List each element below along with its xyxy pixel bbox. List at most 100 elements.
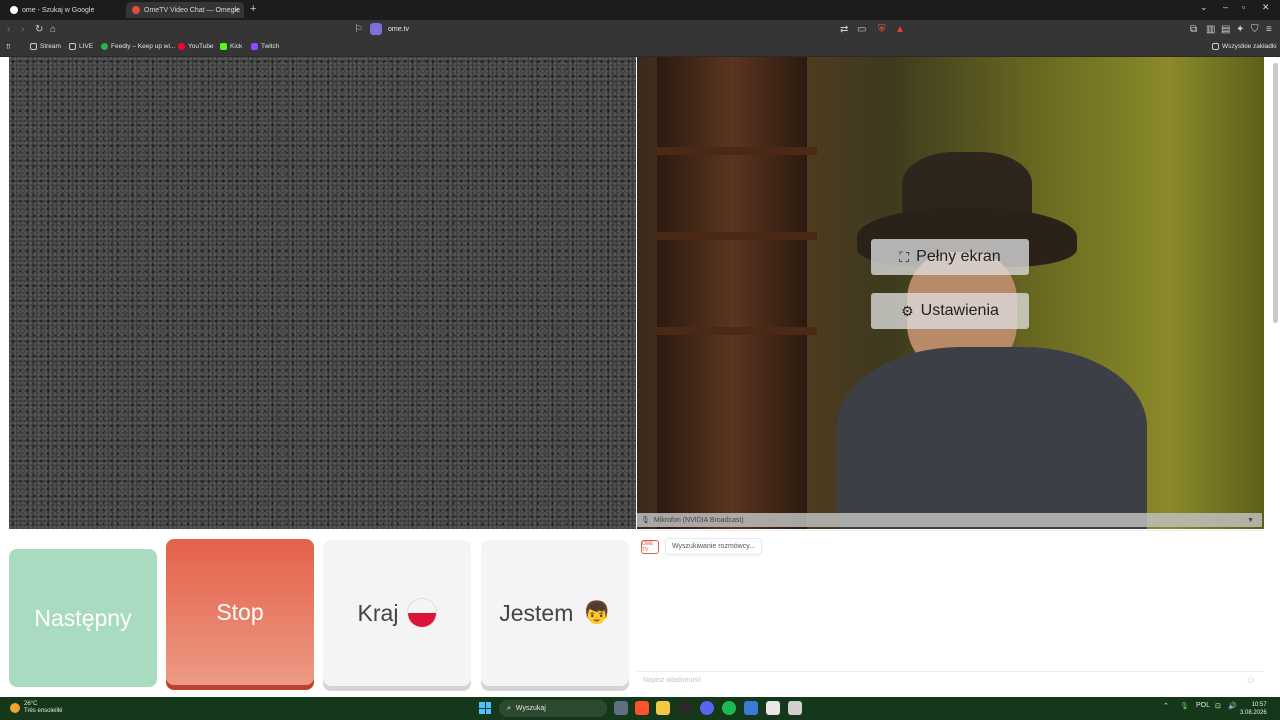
all-bookmarks[interactable]: Wszystkie zakładki <box>1212 43 1277 50</box>
bookmark-live[interactable]: LIVE <box>69 43 93 50</box>
bookmark-icon[interactable]: ⚐ <box>354 24 363 36</box>
weather-widget[interactable]: 26°C Trés ensoleillé <box>10 701 62 715</box>
apps-icon[interactable]: ⠿ <box>6 43 11 51</box>
close-window-button[interactable]: ✕ <box>1262 2 1270 13</box>
status-message: Wyszukiwanie rozmówcy... <box>665 538 763 555</box>
menu-icon[interactable]: ≡ <box>1266 24 1272 36</box>
shelf <box>657 147 817 155</box>
kick-icon <box>220 43 227 50</box>
address-bar[interactable]: ome.tv <box>370 23 409 35</box>
tab-google[interactable]: ome - Szukaj w Google <box>4 2 122 18</box>
forward-icon[interactable]: › <box>21 24 24 36</box>
close-icon[interactable]: ✕ <box>233 6 240 15</box>
minimize-button[interactable]: – <box>1223 2 1228 12</box>
home-icon[interactable]: ⌂ <box>50 24 56 36</box>
folder-icon <box>69 43 76 50</box>
gear-icon: ⚙ <box>901 302 914 319</box>
partner-video <box>9 57 636 529</box>
bookmark-stream[interactable]: Stream <box>30 43 61 50</box>
gender-button[interactable]: Jestem 👦 <box>481 540 629 686</box>
new-tab-button[interactable]: + <box>250 3 256 15</box>
spotify-icon[interactable] <box>722 701 736 715</box>
start-icon[interactable] <box>479 702 491 714</box>
microphone-tray-icon[interactable]: 🎙 <box>1180 702 1189 710</box>
tab-label: ome - Szukaj w Google <box>22 6 95 14</box>
search-icon: ⌕ <box>507 704 511 712</box>
time: 10:57 <box>1251 702 1267 708</box>
body <box>837 347 1147 529</box>
shelf <box>657 327 817 335</box>
bookmark-label: Kick <box>230 43 243 50</box>
next-label: Następny <box>34 604 132 631</box>
toolbar: ‹ › ↻ ⌂ ⚐ ome.tv ⇄ ▭ ⛨ ▲ ⧉ ▥ ▤ ✦ ⛉ ≡ <box>0 20 1280 40</box>
chevron-down-icon[interactable]: ⌄ <box>1200 2 1208 13</box>
translate-icon[interactable]: ⇄ <box>840 24 848 36</box>
wallet-icon[interactable]: ▤ <box>1221 24 1230 36</box>
next-button[interactable]: Następny <box>9 549 157 687</box>
sidebar-icon[interactable]: ▥ <box>1206 24 1215 36</box>
rewards-icon[interactable]: ▲ <box>895 24 905 36</box>
bookmark-twitch[interactable]: Twitch <box>251 43 279 50</box>
google-icon <box>10 6 18 14</box>
bookmark-feedly[interactable]: Feedly – Keep up wi... <box>101 43 175 50</box>
page: ⛶ Pełny ekran ⚙ Ustawienia 🎙 Mikrofon (N… <box>0 57 1280 697</box>
obs-icon[interactable] <box>678 701 692 715</box>
gender-label: Jestem <box>499 599 574 626</box>
folder-icon <box>30 43 37 50</box>
country-button[interactable]: Kraj <box>323 540 471 686</box>
volume-icon[interactable]: 🔊 <box>1228 702 1237 710</box>
clock[interactable]: 10:57 3.08.2026 <box>1240 701 1267 717</box>
file-explorer-icon[interactable] <box>656 701 670 715</box>
leo-icon[interactable]: ✦ <box>1236 24 1244 36</box>
settings-button[interactable]: ⚙ Ustawienia <box>871 293 1029 329</box>
microphone-icon: 🎙 <box>641 517 650 524</box>
app-icon[interactable] <box>744 701 758 715</box>
bookmark-label: Wszystkie zakładki <box>1222 43 1277 50</box>
bookmark-label: LIVE <box>79 43 94 50</box>
tab-label: OmeTV Video Chat — Omegle <box>144 6 240 14</box>
stop-button[interactable]: Stop <box>166 539 314 685</box>
task-view-icon[interactable] <box>614 701 628 715</box>
twitch-icon <box>251 43 258 50</box>
notepad-icon[interactable] <box>766 701 780 715</box>
settings-label: Ustawienia <box>920 302 999 319</box>
brave-icon[interactable] <box>635 701 649 715</box>
cast-icon[interactable]: ▭ <box>857 24 866 36</box>
network-icon[interactable]: ⊡ <box>1215 702 1221 710</box>
emoji-icon[interactable]: ☺ <box>1246 675 1256 686</box>
maximize-button[interactable]: ▫ <box>1242 2 1245 12</box>
reload-icon[interactable]: ↻ <box>35 24 43 36</box>
taskbar: 26°C Trés ensoleillé ⌕ Wyszukaj ⌃ 🎙 POL … <box>0 697 1280 720</box>
own-video: ⛶ Pełny ekran ⚙ Ustawienia <box>637 57 1264 529</box>
taskbar-search[interactable]: ⌕ Wyszukaj <box>499 700 607 717</box>
bookmark-label: YouTube <box>188 43 214 50</box>
ometv-icon <box>132 6 140 14</box>
url-text: ome.tv <box>388 25 410 33</box>
tab-ometv[interactable]: OmeTV Video Chat — Omegle ✕ <box>126 2 244 18</box>
bookmark-kick[interactable]: Kick <box>220 43 242 50</box>
bookmark-label: Twitch <box>261 43 280 50</box>
microphone-select[interactable]: 🎙 Mikrofon (NVIDIA Broadcast) ▼ <box>637 513 1262 527</box>
tab-bar: ome - Szukaj w Google OmeTV Video Chat —… <box>0 0 1280 20</box>
youtube-icon <box>178 43 185 50</box>
chat-status: OME TV Wyszukiwanie rozmówcy... <box>641 538 763 555</box>
bookmark-youtube[interactable]: YouTube <box>178 43 214 50</box>
fullscreen-button[interactable]: ⛶ Pełny ekran <box>871 239 1029 275</box>
ometv-logo: OME TV <box>641 539 659 554</box>
bookmark-label: Stream <box>40 43 61 50</box>
back-icon[interactable]: ‹ <box>7 24 10 36</box>
language-indicator[interactable]: POL <box>1196 702 1210 709</box>
scrollbar[interactable] <box>1273 63 1278 323</box>
poland-flag-icon <box>408 599 437 627</box>
calculator-icon[interactable] <box>788 701 802 715</box>
vpn-icon[interactable]: ⛉ <box>1251 24 1259 36</box>
discord-icon[interactable] <box>700 701 714 715</box>
extensions-icon[interactable]: ⧉ <box>1190 24 1197 36</box>
stop-label: Stop <box>216 598 264 625</box>
chevron-up-icon[interactable]: ⌃ <box>1163 702 1169 710</box>
message-input[interactable]: Napisz wiadomość ☺ <box>637 671 1264 689</box>
temperature: 26°C <box>24 701 38 707</box>
brave-shield-icon[interactable]: ⛨ <box>878 24 886 36</box>
fullscreen-icon: ⛶ <box>899 248 910 265</box>
bookmarks-bar: ⠿ Stream LIVE Feedly – Keep up wi... You… <box>0 40 1280 57</box>
